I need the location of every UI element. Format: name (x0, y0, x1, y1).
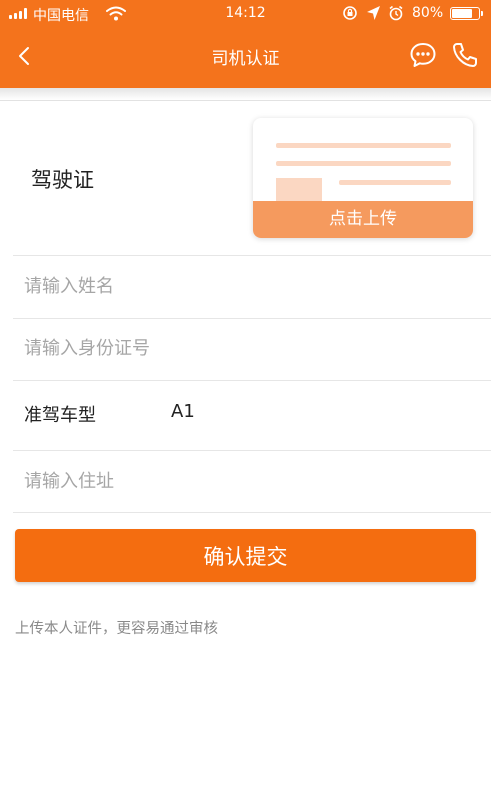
divider (13, 450, 491, 451)
battery-percent: 80% (412, 5, 444, 21)
card-photo-placeholder (276, 178, 322, 202)
location-arrow-icon (367, 6, 380, 20)
upload-button-label[interactable]: 点击上传 (253, 201, 473, 238)
system-status-icons (342, 5, 412, 23)
divider (13, 512, 491, 513)
id-number-input[interactable] (24, 328, 464, 368)
card-placeholder-line (276, 161, 451, 166)
header-shadow (0, 88, 491, 100)
phone-icon[interactable] (450, 40, 480, 70)
divider (13, 318, 491, 319)
divider (13, 380, 491, 381)
nav-bar: 司机认证 (0, 28, 491, 84)
alarm-icon (389, 5, 403, 21)
battery-fill (452, 9, 472, 18)
divider (13, 255, 491, 256)
vehicle-class-label: 准驾车型 (24, 405, 96, 426)
license-upload-card[interactable]: 点击上传 (253, 118, 473, 238)
app-header: 中国电信 14:12 80% 司机认证 (0, 0, 491, 88)
hint-text: 上传本人证件，更容易通过审核 (15, 621, 218, 637)
battery-icon (450, 7, 480, 20)
license-label: 驾驶证 (31, 168, 94, 192)
battery-cap (481, 11, 483, 16)
card-placeholder-line (339, 180, 451, 185)
status-bar: 中国电信 14:12 80% (0, 0, 491, 28)
chat-bubble-icon[interactable] (408, 40, 438, 70)
rotation-lock-icon (343, 6, 357, 20)
submit-button[interactable]: 确认提交 (15, 529, 476, 582)
name-input[interactable] (24, 266, 464, 306)
top-divider (0, 100, 491, 101)
vehicle-class-value[interactable]: A1 (171, 401, 195, 422)
card-placeholder-line (276, 143, 451, 148)
address-input[interactable] (24, 461, 464, 501)
